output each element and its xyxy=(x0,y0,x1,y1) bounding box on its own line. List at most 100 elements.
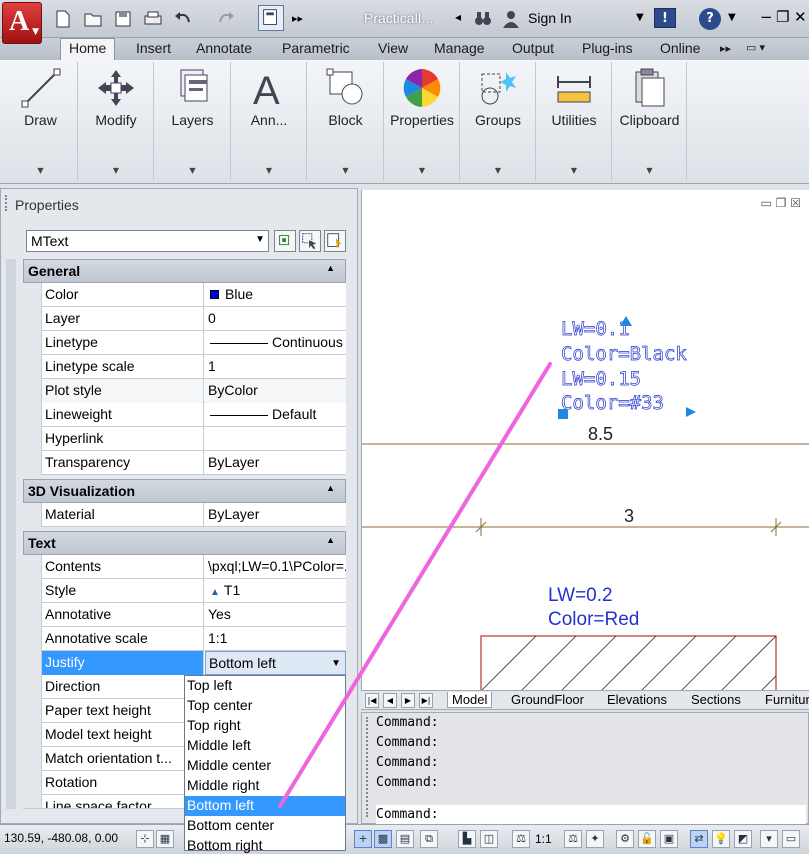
lineweight-toggle-icon[interactable]: ▤ xyxy=(396,830,414,848)
help-button[interactable]: ? xyxy=(699,8,721,30)
first-layout-icon[interactable]: |◀ xyxy=(365,693,379,708)
property-row-layer[interactable]: Layer 0 xyxy=(23,307,346,331)
collapse-icon[interactable]: ▲ xyxy=(326,535,335,545)
justify-option-selected[interactable]: Bottom left xyxy=(185,796,345,816)
hardware-acceleration-icon[interactable]: ▣ xyxy=(660,830,678,848)
category-general[interactable]: General ▲ xyxy=(23,259,346,283)
undo-icon[interactable] xyxy=(172,8,194,30)
infer-constraints-icon[interactable]: ⊹ xyxy=(136,830,154,848)
justify-option[interactable]: Middle right xyxy=(185,776,345,796)
property-row-linetype-scale[interactable]: Linetype scale 1 xyxy=(23,355,346,379)
property-row-annotative-scale[interactable]: Annotative scale 1:1 xyxy=(23,627,346,651)
property-row-linetype[interactable]: Linetype Continuous xyxy=(23,331,346,355)
tab-manage[interactable]: Manage xyxy=(434,40,485,56)
fullscreen-icon[interactable]: ▭ xyxy=(782,830,800,848)
property-value[interactable]: Blue xyxy=(205,283,346,307)
justify-option[interactable]: Bottom center xyxy=(185,816,345,836)
panel-utilities[interactable]: Utilities ▼ xyxy=(537,62,612,180)
category-text[interactable]: Text ▲ xyxy=(23,531,346,555)
auto-scale-icon[interactable]: ✦ xyxy=(586,830,604,848)
binoculars-icon[interactable] xyxy=(472,8,494,30)
restore-button[interactable]: ❐ xyxy=(776,8,789,26)
chevron-down-icon[interactable]: ▼ xyxy=(331,658,341,669)
justify-option[interactable]: Top right xyxy=(185,716,345,736)
exchange-apps-button[interactable]: ! xyxy=(654,8,676,28)
dynamic-input-icon[interactable]: ▩ xyxy=(374,830,392,848)
minimize-button[interactable]: − xyxy=(760,8,773,26)
workspace-switcher-button[interactable] xyxy=(258,5,284,31)
collapse-icon[interactable]: ▲ xyxy=(326,263,335,273)
property-value[interactable]: 0 xyxy=(205,307,346,331)
property-row-annotative[interactable]: Annotative Yes xyxy=(23,603,346,627)
panel-block[interactable]: Block ▼ xyxy=(308,62,384,180)
chevron-down-icon[interactable]: ▼ xyxy=(613,166,686,175)
layout-tab[interactable]: GroundFloor xyxy=(511,692,584,707)
chevron-down-icon[interactable]: ▼ xyxy=(79,166,153,175)
panel-clipboard[interactable]: Clipboard ▼ xyxy=(613,62,687,180)
justify-select[interactable]: Bottom left ▼ xyxy=(205,651,346,675)
collapse-icon[interactable]: ▲ xyxy=(326,483,335,493)
palette-grip[interactable] xyxy=(5,195,9,211)
tab-insert[interactable]: Insert xyxy=(136,40,171,56)
tab-home[interactable]: Home xyxy=(60,38,116,60)
lock-icon[interactable]: 🔓 xyxy=(638,830,656,848)
property-value[interactable]: ByLayer xyxy=(205,503,346,527)
chevron-down-icon[interactable]: ▼ xyxy=(385,166,459,175)
property-value[interactable]: 1 xyxy=(205,355,346,379)
property-value[interactable]: Continuous xyxy=(205,331,346,355)
panel-modify[interactable]: Modify ▼ xyxy=(79,62,154,180)
close-button[interactable]: ✕ xyxy=(794,8,807,26)
layout-tab[interactable]: Elevations xyxy=(607,692,667,707)
property-value[interactable] xyxy=(205,427,346,451)
tab-output[interactable]: Output xyxy=(512,40,554,56)
save-icon[interactable] xyxy=(112,8,134,30)
redo-icon[interactable] xyxy=(215,8,237,30)
layout-tab[interactable]: Sections xyxy=(691,692,741,707)
object-type-select[interactable]: MText ▼ xyxy=(26,230,269,252)
chevron-down-icon[interactable]: ▼ xyxy=(728,12,750,34)
property-row-lineweight[interactable]: Lineweight Default xyxy=(23,403,346,427)
annotation-visibility-icon[interactable]: ⚖ xyxy=(564,830,582,848)
chevron-down-icon[interactable]: ▼ xyxy=(232,166,306,175)
quick-properties-icon[interactable]: ⧉ xyxy=(420,830,438,848)
panel-annotation[interactable]: A Ann... ▼ xyxy=(232,62,307,180)
property-row-hyperlink[interactable]: Hyperlink xyxy=(23,427,346,451)
drawing-canvas[interactable]: ▭ ❐ ☒ LW=0.1 Color=Black LW=0.15 Color=#… xyxy=(361,190,809,690)
justify-option[interactable]: Top center xyxy=(185,696,345,716)
property-value[interactable]: ByLayer xyxy=(205,451,346,475)
chevron-down-icon[interactable]: ▼ xyxy=(308,166,383,175)
ribbon-minimize-icon[interactable]: ▭ ▾ xyxy=(746,41,765,54)
search-expand-icon[interactable]: ◂ xyxy=(455,10,461,24)
quick-view-layouts-icon[interactable]: ◫ xyxy=(480,830,498,848)
property-value[interactable]: ▲ T1 xyxy=(205,579,346,603)
property-row-transparency[interactable]: Transparency ByLayer xyxy=(23,451,346,475)
status-menu-icon[interactable]: ▾ xyxy=(760,830,778,848)
property-row-justify[interactable]: Justify Bottom left ▼ xyxy=(23,651,346,675)
category-3d-visualization[interactable]: 3D Visualization ▲ xyxy=(23,479,346,503)
panel-draw[interactable]: Draw ▼ xyxy=(4,62,78,180)
panel-layers[interactable]: Layers ▼ xyxy=(155,62,231,180)
snap-mode-icon[interactable]: ▦ xyxy=(156,830,174,848)
clean-screen-icon[interactable]: ◩ xyxy=(734,830,752,848)
model-space-icon[interactable]: ▙ xyxy=(458,830,476,848)
justify-option[interactable]: Bottom right xyxy=(185,836,345,854)
application-menu-button[interactable]: A ▼ xyxy=(2,2,42,44)
last-layout-icon[interactable]: ▶| xyxy=(419,693,433,708)
layout-tab[interactable]: Furnitur xyxy=(765,692,809,707)
layout-tab-model[interactable]: Model xyxy=(447,692,493,708)
lightbulb-icon[interactable]: 💡 xyxy=(712,830,730,848)
prev-layout-icon[interactable]: ◀ xyxy=(383,693,397,708)
select-objects-button[interactable] xyxy=(299,230,321,252)
property-value[interactable]: Yes xyxy=(205,603,346,627)
chevron-down-icon[interactable]: ▼ xyxy=(155,166,230,175)
property-value[interactable]: ByColor xyxy=(205,379,346,403)
tab-parametric[interactable]: Parametric xyxy=(282,40,350,56)
panel-groups[interactable]: Groups ▼ xyxy=(461,62,536,180)
print-icon[interactable] xyxy=(142,8,164,30)
property-value[interactable]: Default xyxy=(205,403,346,427)
chevron-down-icon[interactable]: ▼ xyxy=(461,166,535,175)
tab-plug-ins[interactable]: Plug-ins xyxy=(582,40,633,56)
toggle-pickadd-button[interactable] xyxy=(274,230,296,252)
command-line-grip[interactable] xyxy=(366,717,370,817)
quick-select-button[interactable] xyxy=(324,230,346,252)
